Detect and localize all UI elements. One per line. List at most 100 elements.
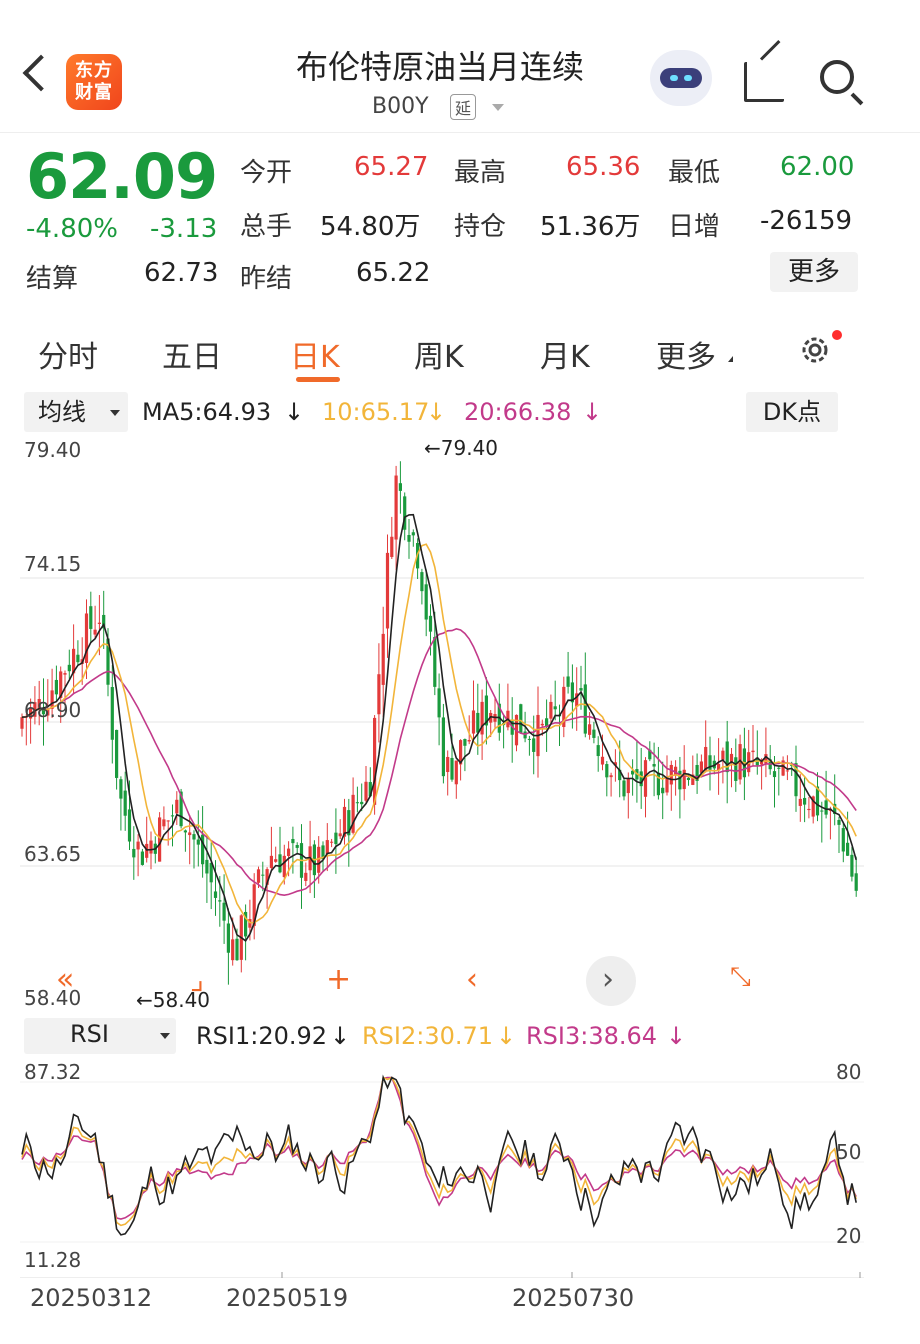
plus-icon[interactable]: +: [326, 962, 351, 997]
bracket-icon[interactable]: ⌟: [190, 962, 204, 997]
candle-body: [295, 845, 299, 848]
candle-body: [411, 532, 415, 536]
candle-body: [846, 842, 850, 856]
candle-body: [183, 830, 187, 833]
candle-body: [450, 757, 454, 780]
candle-body: [188, 832, 192, 836]
rsi-left-bottom-label: 11.28: [24, 1248, 82, 1272]
candle-body: [282, 855, 286, 878]
settings-gear-icon[interactable]: [798, 333, 832, 367]
candle-body: [54, 679, 58, 695]
candle-body: [476, 712, 480, 733]
open-interest-value: 51.36万: [540, 212, 641, 242]
candle-body: [381, 633, 385, 685]
candle-body: [433, 636, 437, 687]
candle-body: [97, 622, 101, 624]
candle-body: [222, 902, 226, 921]
candle-body: [527, 738, 531, 740]
candle-body: [360, 801, 364, 805]
candle-body: [622, 780, 626, 797]
last-price: 62.09: [26, 140, 218, 213]
y-label-top: 79.40: [24, 438, 82, 462]
code-dropdown-icon[interactable]: [492, 104, 504, 111]
candle-body: [373, 717, 377, 805]
candle-body: [579, 688, 583, 691]
candle-body: [639, 771, 643, 787]
dk-point-button[interactable]: DK点: [746, 392, 838, 432]
candle-body: [751, 750, 755, 753]
low-label: 最低: [668, 158, 721, 188]
rsi2-arrow-icon: ↓: [496, 1022, 517, 1050]
quote-more-button[interactable]: 更多: [770, 252, 858, 292]
candle-body: [446, 756, 450, 773]
expand-icon[interactable]: ⤡: [730, 962, 751, 993]
candle-body: [110, 687, 114, 740]
tab-daily-k[interactable]: 日K: [290, 332, 340, 376]
candle-body: [850, 854, 854, 877]
chevron-down-icon: [160, 1033, 170, 1039]
candle-body: [803, 797, 807, 805]
tab-weekly-k[interactable]: 周K: [414, 332, 464, 376]
tab-timeshare[interactable]: 分时: [38, 332, 98, 376]
tab-monthly-k[interactable]: 月K: [540, 332, 590, 376]
date-label-1: 20250312: [30, 1284, 153, 1312]
back-icon[interactable]: [22, 54, 60, 92]
tab-more[interactable]: 更多: [656, 332, 716, 376]
candle-body: [424, 584, 428, 620]
share-icon[interactable]: [744, 62, 784, 102]
candle-body: [596, 745, 600, 757]
rsi3-value: RSI3:38.64: [526, 1022, 658, 1050]
candle-body: [652, 764, 656, 767]
instrument-code: B00Y: [372, 94, 429, 119]
rsi-chart[interactable]: [0, 1058, 920, 1278]
logo-text: 东方财富: [75, 60, 113, 103]
chevron-right-icon[interactable]: ›: [602, 962, 614, 997]
chevron-left-icon[interactable]: ‹: [466, 962, 478, 997]
candle-body: [428, 615, 433, 632]
candle-body: [407, 534, 411, 542]
candle-body: [140, 851, 144, 865]
settle-value: 62.73: [144, 258, 219, 288]
assistant-robot-icon[interactable]: [650, 50, 712, 106]
low-value: 62.00: [780, 152, 855, 182]
ma5-arrow-icon: ↓: [284, 398, 305, 426]
double-left-icon[interactable]: «: [56, 962, 74, 997]
rsi1-line: [21, 1074, 857, 1236]
candle-body: [278, 854, 282, 873]
change-value: -3.13: [150, 214, 218, 244]
candle-body: [218, 900, 222, 902]
candle-body: [665, 777, 669, 793]
candle-body: [626, 778, 630, 794]
rsi-select[interactable]: RSI: [24, 1018, 176, 1054]
kline-chart[interactable]: [0, 432, 920, 1012]
ma20-arrow-icon: ↓: [582, 398, 603, 426]
candle-body: [192, 834, 196, 840]
indicator-select-label: 均线: [38, 398, 86, 426]
candle-body: [704, 746, 708, 771]
candle-body: [583, 684, 587, 734]
candle-body: [338, 833, 342, 837]
candle-body: [398, 483, 402, 491]
candle-body: [777, 767, 781, 769]
rsi2-value: RSI2:30.71: [362, 1022, 494, 1050]
indicator-select[interactable]: 均线: [24, 392, 128, 432]
candle-body: [287, 848, 291, 857]
candle-body: [798, 798, 802, 806]
active-tab-indicator: [296, 377, 340, 382]
candle-body: [471, 710, 476, 734]
candle-body: [325, 840, 329, 855]
candle-body: [661, 787, 665, 794]
daily-increase-value: -26159: [760, 206, 853, 236]
candle-body: [820, 810, 824, 812]
candle-body: [205, 859, 209, 874]
search-icon[interactable]: [820, 60, 854, 94]
candle-body: [136, 841, 140, 850]
candle-body: [274, 859, 278, 862]
candle-body: [519, 704, 523, 733]
candle-body: [815, 786, 820, 816]
candle-body: [76, 654, 80, 663]
tab-five-day[interactable]: 五日: [162, 332, 222, 376]
candle-body: [807, 808, 811, 811]
candle-body: [532, 738, 536, 752]
settle-label: 结算: [26, 264, 79, 294]
